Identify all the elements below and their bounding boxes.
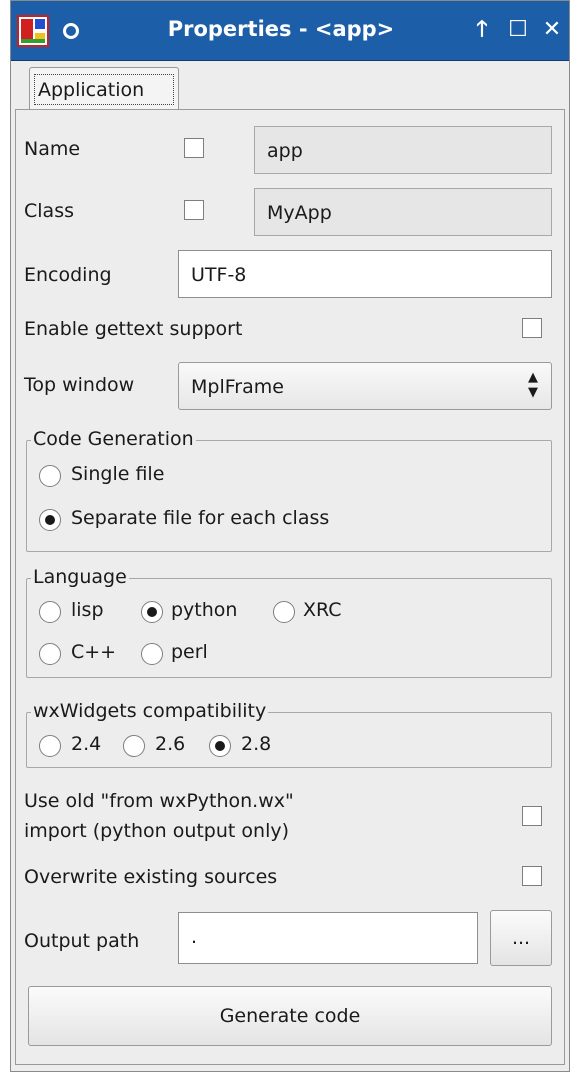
old-import-label-line1: Use old "from wxPython.wx"	[24, 790, 294, 812]
code-generation-title: Code Generation	[31, 428, 196, 450]
top-window-value: MplFrame	[191, 376, 284, 398]
radio-python[interactable]	[141, 601, 163, 623]
tab-application[interactable]: Application	[29, 67, 179, 111]
radio-lisp[interactable]	[39, 601, 61, 623]
cpp-label: C++	[71, 641, 117, 663]
name-label: Name	[24, 138, 81, 160]
overwrite-checkbox[interactable]	[522, 866, 542, 886]
language-title: Language	[31, 566, 129, 588]
output-path-field[interactable]: .	[178, 912, 478, 964]
gettext-checkbox[interactable]	[522, 318, 542, 338]
separate-file-label: Separate file for each class	[71, 507, 330, 529]
radio-wx-28[interactable]	[209, 735, 231, 757]
wx-compat-group: wxWidgets compatibility 2.4 2.6 2.8	[26, 700, 552, 768]
generate-code-button[interactable]: Generate code	[28, 986, 552, 1046]
radio-wx-26[interactable]	[123, 735, 145, 757]
single-file-label: Single file	[71, 463, 165, 485]
wx-24-label: 2.4	[71, 733, 102, 755]
gettext-label: Enable gettext support	[24, 318, 243, 340]
radio-single-file[interactable]	[39, 465, 61, 487]
old-import-label-line2: import (python output only)	[24, 820, 289, 842]
wx-compat-title: wxWidgets compatibility	[31, 700, 269, 722]
class-checkbox[interactable]	[184, 200, 204, 220]
shade-up-icon[interactable]: 🡑	[467, 15, 497, 45]
class-field[interactable]: MyApp	[254, 188, 552, 236]
language-group: Language lisp python XRC C++ perl	[26, 566, 552, 678]
top-window-label: Top window	[24, 374, 135, 396]
maximize-icon[interactable]: ☐	[503, 15, 533, 45]
radio-xrc[interactable]	[273, 601, 295, 623]
encoding-label: Encoding	[24, 264, 112, 286]
tab-application-label: Application	[34, 74, 174, 105]
radio-perl[interactable]	[141, 643, 163, 665]
code-generation-group: Code Generation Single file Separate fil…	[26, 428, 552, 552]
name-field[interactable]: app	[254, 126, 552, 174]
radio-wx-24[interactable]	[39, 735, 61, 757]
output-path-label: Output path	[24, 930, 140, 952]
lisp-label: lisp	[71, 599, 104, 621]
application-panel: Name app Class MyApp Encoding UTF-8 Enab…	[15, 109, 565, 1065]
top-window-select[interactable]: MplFrame ▲ ▼	[178, 362, 552, 410]
radio-separate-file[interactable]	[39, 509, 61, 531]
wx-28-label: 2.8	[241, 733, 272, 755]
radio-cpp[interactable]	[39, 643, 61, 665]
updown-arrows-icon: ▲ ▼	[528, 370, 538, 400]
python-label: python	[171, 599, 238, 621]
window-menu-icon[interactable]	[63, 23, 79, 39]
title-bar: Properties - <app> 🡑 ☐ ✕	[11, 1, 569, 61]
old-import-checkbox[interactable]	[522, 806, 542, 826]
close-icon[interactable]: ✕	[537, 15, 567, 45]
browse-button[interactable]: ...	[490, 910, 552, 966]
app-icon[interactable]	[17, 15, 49, 47]
encoding-field[interactable]: UTF-8	[178, 250, 552, 298]
xrc-label: XRC	[303, 599, 342, 621]
name-checkbox[interactable]	[184, 138, 204, 158]
properties-window: Properties - <app> 🡑 ☐ ✕ Application Nam…	[10, 0, 570, 1072]
overwrite-label: Overwrite existing sources	[24, 866, 278, 888]
class-label: Class	[24, 200, 74, 222]
perl-label: perl	[171, 641, 208, 663]
wx-26-label: 2.6	[155, 733, 186, 755]
window-title: Properties - <app>	[167, 17, 395, 41]
